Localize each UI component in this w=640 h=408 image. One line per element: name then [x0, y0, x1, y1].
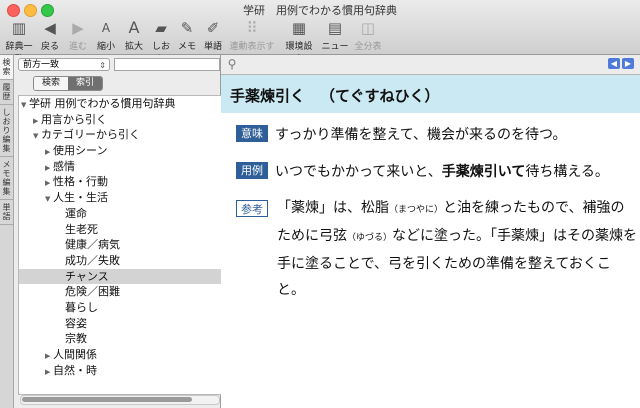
memo-icon: ✎ — [180, 19, 194, 37]
forward-arrow-icon: ▶ — [72, 19, 84, 37]
bookmark-icon: ▰ — [155, 19, 167, 37]
side-tab-strip: 検索 履歴 しおり 編集 メモ 編集 単語 — [0, 55, 14, 408]
tree-item-label: 用言から引く — [41, 112, 107, 126]
preferences-button[interactable]: ▦環境設定 — [282, 17, 316, 65]
back-button[interactable]: ◀ 戻る — [38, 17, 62, 52]
full-view-icon: ◫ — [360, 19, 376, 37]
headword-reading: （てぐすねひく） — [320, 87, 440, 105]
scrollbar-thumb[interactable] — [22, 397, 192, 402]
tree-item-label: 感情 — [53, 159, 75, 173]
tree-item[interactable]: ▶ 人間関係 — [19, 347, 221, 363]
books-icon: ▥ — [11, 19, 27, 37]
linked-view-icon: ⠿ — [246, 19, 258, 37]
tree-item-label: 暮らし — [65, 300, 98, 314]
entry-toolbar: ⚲ ◀ ▶ — [221, 55, 640, 75]
tab-search[interactable]: 検索 — [34, 77, 68, 90]
tree-item[interactable]: チャンス — [19, 268, 221, 285]
disclosure-open-icon[interactable]: ▼ — [45, 192, 53, 208]
arrow-right-icon: ▶ — [624, 59, 632, 68]
tree-item[interactable]: ▼ 人生・生活 — [19, 190, 221, 206]
index-tree: ▼ 学研 用例でわかる慣用句辞典 ▶ 用言から引く ▼ カテゴリーから引く ▶ 使用シーン ▶ 感… — [18, 95, 222, 395]
next-entry-button[interactable]: ▶ — [622, 58, 634, 69]
font-smaller-icon: A — [101, 21, 111, 35]
tree-item-label: 成功／失敗 — [65, 253, 120, 267]
word-icon: ✐ — [206, 19, 220, 37]
example-label: 用例 — [236, 162, 268, 179]
tab-index[interactable]: 索引 — [68, 77, 102, 90]
tree-item[interactable]: 宗教 — [19, 331, 221, 347]
tree-item-label: 運命 — [65, 206, 87, 220]
tree-item[interactable]: ▼ 学研 用例でわかる慣用句辞典 — [19, 96, 221, 112]
tree-item[interactable]: ▶ 用言から引く — [19, 112, 221, 128]
tree-item-label: 学研 用例でわかる慣用句辞典 — [29, 97, 176, 110]
tree-item[interactable]: 暮らし — [19, 300, 221, 316]
note-text: 「薬煉」は、松脂（まつやに）と油を練ったもので、補強のために弓弦（ゆづる）などに… — [277, 200, 638, 298]
font-larger-icon: A — [128, 18, 140, 37]
tree-item[interactable]: ▼ カテゴリーから引く — [19, 127, 221, 143]
tree-item[interactable]: ▶ 使用シーン — [19, 143, 221, 159]
index-pane: 前方一致 ⇕ 検索 索引 ▼ 学研 用例でわかる慣用句辞典 ▶ 用言から引く ▼ カテゴリー… — [14, 55, 222, 408]
tree-item-label: 使用シーン — [53, 144, 108, 158]
news-icon: ▤ — [327, 19, 343, 37]
chevron-down-icon: ⇕ — [99, 61, 106, 70]
side-tab-history[interactable]: 履歴 — [0, 80, 13, 105]
search-input[interactable] — [114, 58, 220, 71]
word-button[interactable]: ✐ 単語 — [201, 17, 225, 52]
dictionary-list-button[interactable]: ▥辞典一覧 — [4, 17, 34, 65]
tree-item-label: チャンス — [65, 269, 109, 283]
magnifier-icon[interactable]: ⚲ — [225, 57, 239, 71]
tree-item-label: 健康／病気 — [65, 238, 120, 252]
tree-item-label: カテゴリーから引く — [41, 128, 140, 142]
news-button[interactable]: ▤ニュース — [320, 17, 350, 65]
arrow-left-icon: ◀ — [610, 59, 618, 68]
tree-item[interactable]: 危険／困難 — [19, 284, 221, 300]
disclosure-open-icon[interactable]: ▼ — [33, 129, 41, 145]
note-label: 参考 — [236, 200, 268, 217]
title-bar: 学研 用例でわかる慣用句辞典 ▥辞典一覧 ◀戻る ▶進む A縮小 A拡大 ▰しお… — [0, 0, 640, 65]
tree-item[interactable]: 容姿 — [19, 316, 221, 332]
headword: 手薬煉引く — [230, 87, 306, 105]
entry-header: 手薬煉引く （てぐすねひく） — [221, 75, 640, 113]
meaning-label: 意味 — [236, 125, 268, 142]
bookmark-button[interactable]: ▰しおり — [148, 17, 174, 65]
tree-item[interactable]: 生老死 — [19, 222, 221, 238]
back-arrow-icon: ◀ — [44, 19, 56, 37]
linked-view-button[interactable]: ⠿連動表示する — [229, 17, 275, 65]
tree-item-label: 容姿 — [65, 316, 87, 330]
tree-item-label: 生老死 — [65, 222, 98, 236]
tree-item[interactable]: 成功／失敗 — [19, 253, 221, 269]
tree-item-label: 自然・時 — [53, 363, 97, 377]
search-index-segmented-control: 検索 索引 — [33, 76, 103, 91]
disclosure-open-icon[interactable]: ▼ — [21, 98, 29, 114]
tree-item-label: 性格・行動 — [53, 175, 108, 189]
app-window: 学研 用例でわかる慣用句辞典 ▥辞典一覧 ◀戻る ▶進む A縮小 A拡大 ▰しお… — [0, 0, 640, 408]
disclosure-closed-icon[interactable]: ▶ — [45, 365, 53, 381]
tree-item[interactable]: 健康／病気 — [19, 237, 221, 253]
window-title: 学研 用例でわかる慣用句辞典 — [243, 4, 397, 17]
side-tab-word[interactable]: 単語 — [0, 200, 13, 225]
tree-item[interactable]: ▶ 自然・時 — [19, 363, 221, 379]
tree-item[interactable]: ▶ 感情 — [19, 159, 221, 175]
prev-entry-button[interactable]: ◀ — [608, 58, 620, 69]
search-mode-select[interactable]: 前方一致 ⇕ — [18, 58, 110, 71]
tree-item-label: 宗教 — [65, 332, 87, 346]
forward-button[interactable]: ▶ 進む — [66, 17, 90, 52]
side-tab-memo-edit[interactable]: メモ 編集 — [0, 157, 13, 200]
tree-item-label: 危険／困難 — [65, 285, 120, 299]
side-tab-bookmark-edit[interactable]: しおり 編集 — [0, 105, 13, 157]
side-tab-search[interactable]: 検索 — [0, 55, 13, 80]
entry-pane: ⚲ ◀ ▶ 手薬煉引く （てぐすねひく） 意味 すっかり準備を整えて、機会が来る… — [221, 55, 640, 408]
tree-item[interactable]: 運命 — [19, 206, 221, 222]
meaning-text: すっかり準備を整えて、機会が来るのを待つ。 — [275, 127, 567, 143]
tree-item-label: 人生・生活 — [53, 191, 108, 205]
memo-button[interactable]: ✎ メモ — [176, 17, 198, 52]
tree-item[interactable]: ▶ 性格・行動 — [19, 174, 221, 190]
horizontal-scrollbar[interactable] — [20, 395, 220, 405]
tree-item-label: 人間関係 — [53, 348, 97, 361]
example-text: いつでもかかって来いと、手薬煉引いて待ち構える。 — [275, 164, 609, 180]
full-view-button[interactable]: ◫全分表示 — [352, 17, 384, 65]
shrink-font-button[interactable]: A 縮小 — [94, 17, 118, 52]
preferences-icon: ▦ — [291, 19, 307, 37]
enlarge-font-button[interactable]: A 拡大 — [122, 17, 146, 52]
